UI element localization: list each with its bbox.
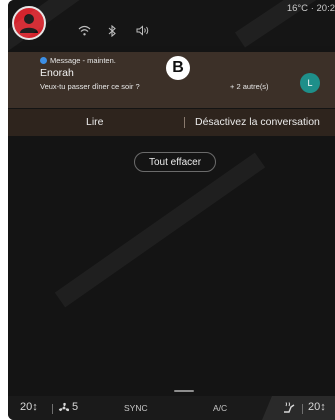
clock: 20:2 [316, 3, 335, 14]
status-separator: · [310, 3, 314, 14]
outside-temperature: 16°C [286, 3, 309, 14]
notification-others-count: + 2 autre(s) [230, 82, 269, 91]
ac-button[interactable]: A/C [213, 403, 227, 413]
user-profile-button[interactable] [12, 6, 46, 40]
notification-message: Veux-tu passer dîner ce soir ? [40, 82, 140, 91]
fan-level[interactable]: 5 [72, 401, 78, 413]
message-app-icon [40, 57, 47, 64]
climate-divider [302, 404, 303, 414]
callout-marker-b: B [166, 56, 190, 80]
action-divider [184, 117, 185, 128]
home-indicator[interactable] [174, 390, 194, 392]
read-button[interactable]: Lire [86, 116, 104, 128]
sync-button[interactable]: SYNC [124, 403, 148, 413]
infotainment-screen: 16°C · 20:2 Message - mainten. Enorah Ve… [8, 0, 335, 420]
notification-app-name: Message - mainten. [50, 56, 116, 65]
temperature-time-readout: 16°C · 20:2 [287, 3, 335, 14]
notification-sender: Enorah [40, 67, 74, 79]
right-temperature[interactable]: 20↕ [308, 401, 326, 413]
clear-all-button[interactable]: Tout effacer [134, 152, 216, 172]
fan-icon[interactable] [58, 402, 70, 417]
contact-avatar[interactable]: L [300, 73, 320, 93]
seat-heat-icon[interactable] [283, 402, 297, 417]
wifi-icon [78, 25, 91, 36]
climate-divider [52, 404, 53, 414]
left-temperature[interactable]: 20↕ [20, 401, 38, 413]
volume-icon [136, 25, 150, 36]
disable-conversation-button[interactable]: Désactivez la conversation [195, 116, 320, 128]
bluetooth-icon [108, 25, 116, 37]
user-icon [20, 14, 38, 33]
